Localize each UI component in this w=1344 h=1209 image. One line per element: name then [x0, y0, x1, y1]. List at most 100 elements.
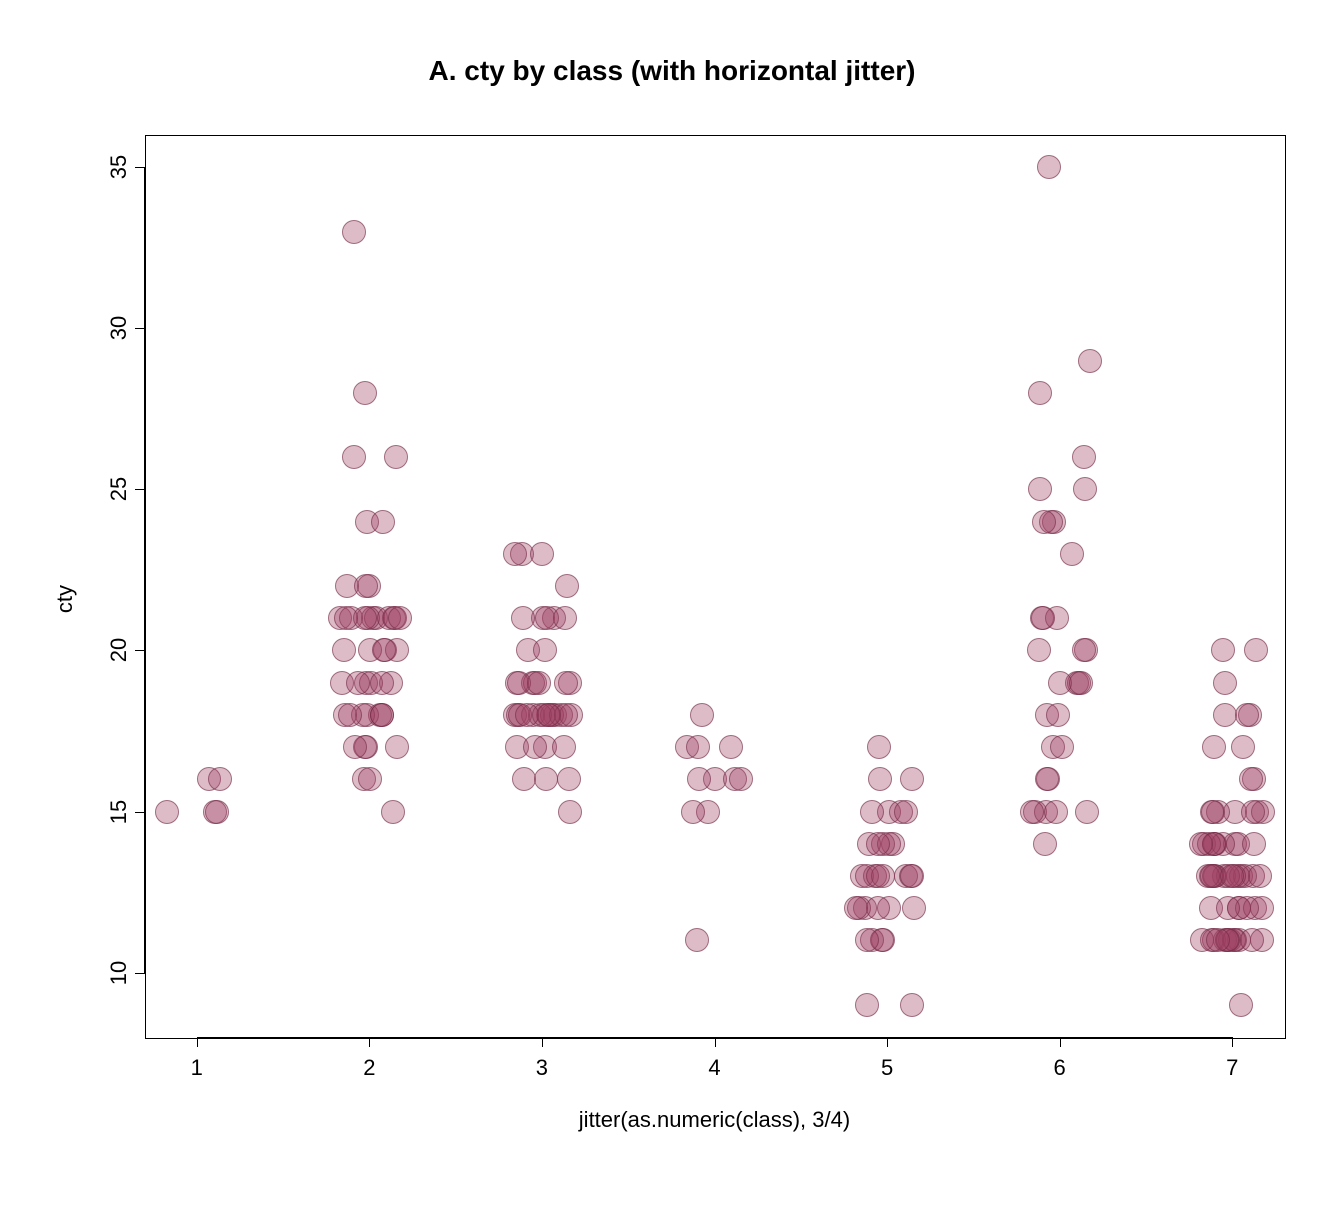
- data-point: [342, 445, 366, 469]
- data-point: [1027, 638, 1051, 662]
- data-point: [371, 510, 395, 534]
- data-point: [686, 735, 710, 759]
- y-tick: [135, 328, 145, 329]
- data-point: [346, 671, 370, 695]
- data-point: [900, 864, 924, 888]
- data-point: [372, 638, 396, 662]
- data-point: [1201, 800, 1225, 824]
- x-tick-label: 4: [708, 1055, 720, 1081]
- data-point: [1235, 703, 1259, 727]
- data-point: [1046, 703, 1070, 727]
- data-point: [900, 993, 924, 1017]
- x-tick: [369, 1037, 370, 1047]
- data-point: [553, 606, 577, 630]
- plot-area: [145, 135, 1286, 1039]
- data-point: [511, 606, 535, 630]
- data-point: [1216, 896, 1240, 920]
- x-tick-label: 3: [536, 1055, 548, 1081]
- data-point: [558, 800, 582, 824]
- data-point: [855, 928, 879, 952]
- x-tick: [1232, 1037, 1233, 1047]
- data-point: [1075, 800, 1099, 824]
- y-axis-label: cty: [52, 569, 78, 629]
- data-point: [844, 896, 868, 920]
- data-point: [900, 767, 924, 791]
- y-tick-label: 30: [106, 316, 132, 340]
- data-point: [533, 638, 557, 662]
- data-point: [354, 574, 378, 598]
- y-tick: [135, 650, 145, 651]
- data-point: [512, 767, 536, 791]
- data-point: [1028, 381, 1052, 405]
- data-point: [527, 671, 551, 695]
- data-point: [370, 703, 394, 727]
- data-point: [1037, 155, 1061, 179]
- data-point: [358, 767, 382, 791]
- chart-container: A. cty by class (with horizontal jitter)…: [0, 0, 1344, 1209]
- x-tick: [887, 1037, 888, 1047]
- y-axis-line: [144, 167, 145, 972]
- data-point: [1072, 445, 1096, 469]
- data-point: [555, 574, 579, 598]
- data-point: [868, 767, 892, 791]
- data-point: [342, 220, 366, 244]
- x-axis-label: jitter(as.numeric(class), 3/4): [145, 1107, 1284, 1133]
- x-tick: [715, 1037, 716, 1047]
- data-point: [1189, 832, 1213, 856]
- data-point: [155, 800, 179, 824]
- data-point: [867, 735, 891, 759]
- data-point: [534, 767, 558, 791]
- data-point: [1072, 638, 1096, 662]
- data-point: [866, 896, 890, 920]
- data-point: [685, 928, 709, 952]
- data-point: [1213, 671, 1237, 695]
- data-point: [1050, 735, 1074, 759]
- data-point: [1028, 477, 1052, 501]
- data-point: [1069, 671, 1093, 695]
- data-point: [1239, 767, 1263, 791]
- data-point: [690, 703, 714, 727]
- y-tick: [135, 812, 145, 813]
- data-point: [554, 671, 578, 695]
- data-point: [537, 703, 561, 727]
- x-tick-label: 7: [1226, 1055, 1238, 1081]
- y-tick-label: 10: [106, 960, 132, 984]
- data-point: [552, 735, 576, 759]
- data-point: [503, 542, 527, 566]
- data-point: [860, 800, 884, 824]
- data-point: [1229, 993, 1253, 1017]
- data-point: [334, 606, 358, 630]
- data-point: [1020, 800, 1044, 824]
- data-point: [1078, 349, 1102, 373]
- data-point: [719, 735, 743, 759]
- y-tick-label: 20: [106, 638, 132, 662]
- data-point: [530, 542, 554, 566]
- data-point: [557, 767, 581, 791]
- data-point: [338, 703, 362, 727]
- x-tick-label: 2: [363, 1055, 375, 1081]
- x-tick-label: 6: [1054, 1055, 1066, 1081]
- y-tick-label: 35: [106, 155, 132, 179]
- data-point: [1241, 800, 1265, 824]
- data-point: [1032, 510, 1056, 534]
- data-point: [1211, 638, 1235, 662]
- data-point: [687, 767, 711, 791]
- data-point: [332, 638, 356, 662]
- data-point: [205, 800, 229, 824]
- data-point: [855, 993, 879, 1017]
- data-point: [902, 896, 926, 920]
- x-tick: [1060, 1037, 1061, 1047]
- chart-title: A. cty by class (with horizontal jitter): [0, 55, 1344, 87]
- y-tick: [135, 489, 145, 490]
- data-point: [1206, 928, 1230, 952]
- data-point: [1248, 864, 1272, 888]
- data-point: [681, 800, 705, 824]
- data-point: [866, 864, 890, 888]
- data-point: [388, 606, 412, 630]
- y-tick-label: 15: [106, 799, 132, 823]
- y-tick: [135, 973, 145, 974]
- x-tick-label: 1: [191, 1055, 203, 1081]
- data-point: [381, 800, 405, 824]
- y-tick-label: 25: [106, 477, 132, 501]
- data-point: [515, 703, 539, 727]
